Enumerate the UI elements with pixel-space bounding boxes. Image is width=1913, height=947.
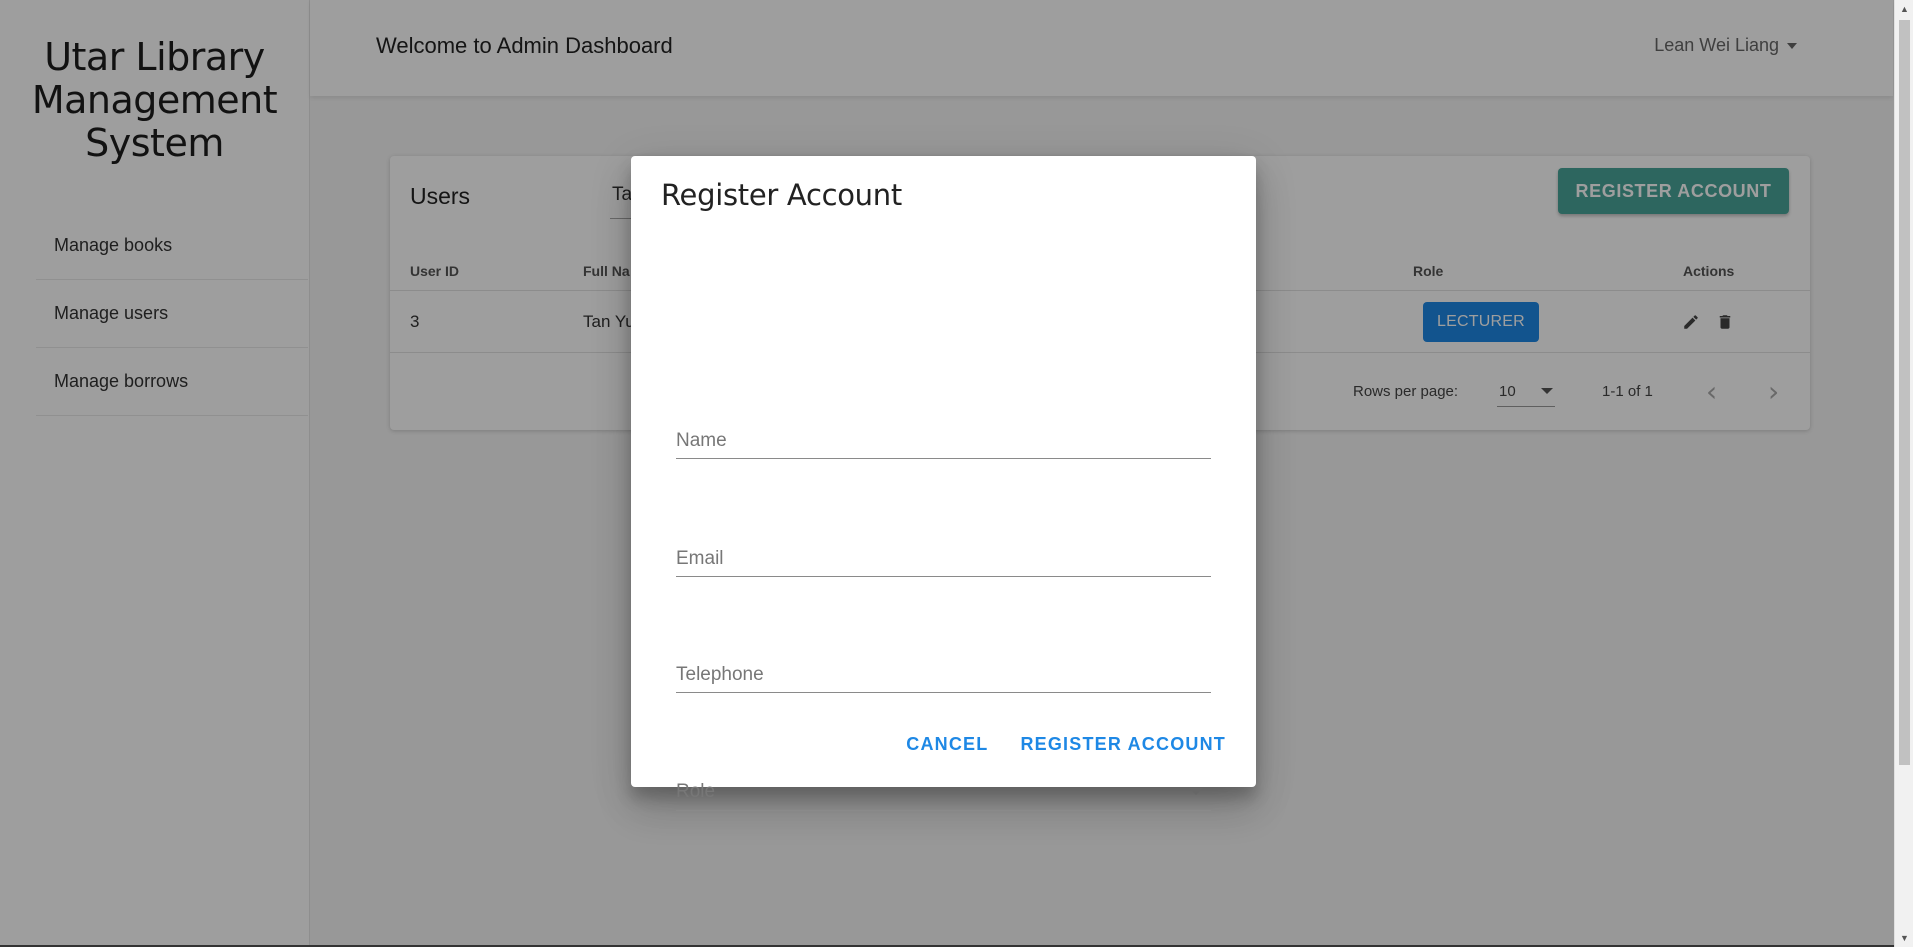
role-label: Role xyxy=(676,781,716,802)
scroll-up-icon[interactable]: ▲ xyxy=(1895,0,1913,18)
dialog-title: Register Account xyxy=(661,178,902,212)
dropdown-caret-icon xyxy=(1189,788,1203,795)
telephone-input[interactable] xyxy=(676,664,1211,686)
email-field xyxy=(676,529,1211,577)
submit-register-button[interactable]: REGISTER ACCOUNT xyxy=(1020,729,1226,759)
name-field xyxy=(676,411,1211,459)
telephone-field xyxy=(676,645,1211,693)
role-select[interactable]: Role xyxy=(676,763,1211,811)
scroll-thumb[interactable] xyxy=(1899,20,1910,765)
name-input[interactable] xyxy=(676,430,1211,452)
email-input[interactable] xyxy=(676,548,1211,570)
page-scrollbar[interactable]: ▲ ▼ xyxy=(1894,0,1913,947)
dialog-actions: CANCEL REGISTER ACCOUNT xyxy=(906,729,1226,759)
register-account-dialog: Register Account Role CANCEL REGISTER AC… xyxy=(631,156,1256,811)
cancel-button[interactable]: CANCEL xyxy=(906,729,988,759)
scroll-down-icon[interactable]: ▼ xyxy=(1895,929,1913,947)
